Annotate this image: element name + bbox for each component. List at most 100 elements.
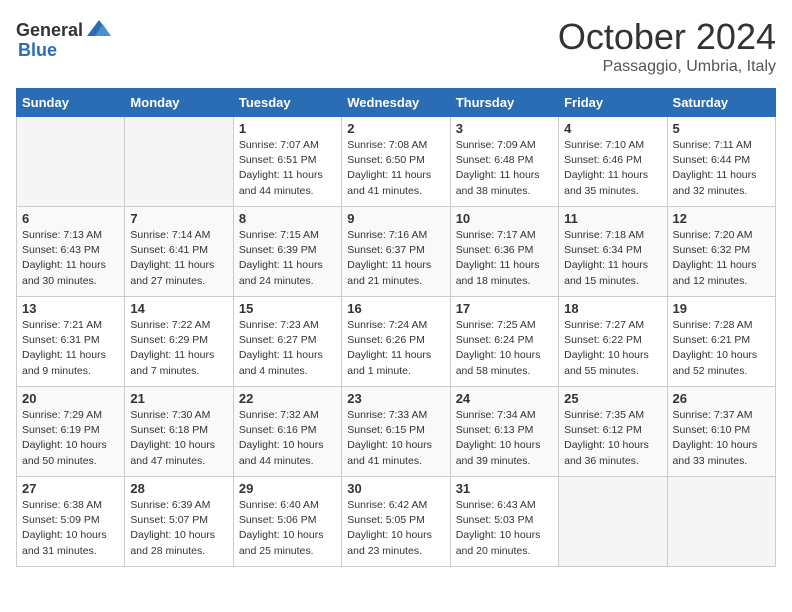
day-cell: 11 Sunrise: 7:18 AMSunset: 6:34 PMDayligh…: [559, 207, 667, 297]
day-cell: 30 Sunrise: 6:42 AMSunset: 5:05 PMDayligh…: [342, 477, 450, 567]
day-info: Sunrise: 7:33 AMSunset: 6:15 PMDaylight:…: [347, 408, 444, 469]
day-cell: 13 Sunrise: 7:21 AMSunset: 6:31 PMDayligh…: [17, 297, 125, 387]
day-cell: [559, 477, 667, 567]
day-number: 20: [22, 391, 119, 406]
day-number: 15: [239, 301, 336, 316]
title-section: October 2024 Passaggio, Umbria, Italy: [558, 16, 776, 76]
day-cell: 26 Sunrise: 7:37 AMSunset: 6:10 PMDayligh…: [667, 387, 775, 477]
day-cell: 27 Sunrise: 6:38 AMSunset: 5:09 PMDayligh…: [17, 477, 125, 567]
day-number: 27: [22, 481, 119, 496]
col-header-tuesday: Tuesday: [233, 89, 341, 117]
day-cell: 16 Sunrise: 7:24 AMSunset: 6:26 PMDayligh…: [342, 297, 450, 387]
day-number: 25: [564, 391, 661, 406]
logo: General Blue: [16, 16, 115, 61]
day-cell: 7 Sunrise: 7:14 AMSunset: 6:41 PMDaylight…: [125, 207, 233, 297]
day-info: Sunrise: 6:40 AMSunset: 5:06 PMDaylight:…: [239, 498, 336, 559]
month-title: October 2024: [558, 16, 776, 58]
day-info: Sunrise: 7:29 AMSunset: 6:19 PMDaylight:…: [22, 408, 119, 469]
page-header: General Blue October 2024 Passaggio, Umb…: [16, 16, 776, 76]
day-cell: 5Sunrise: 7:11 AMSunset: 6:44 PMDaylight…: [667, 117, 775, 207]
day-info: Sunrise: 7:37 AMSunset: 6:10 PMDaylight:…: [673, 408, 770, 469]
day-info: Sunrise: 7:32 AMSunset: 6:16 PMDaylight:…: [239, 408, 336, 469]
day-number: 16: [347, 301, 444, 316]
day-info: Sunrise: 7:22 AMSunset: 6:29 PMDaylight:…: [130, 318, 227, 379]
col-header-wednesday: Wednesday: [342, 89, 450, 117]
day-cell: 23 Sunrise: 7:33 AMSunset: 6:15 PMDayligh…: [342, 387, 450, 477]
day-info: Sunrise: 7:11 AMSunset: 6:44 PMDaylight:…: [673, 138, 770, 199]
day-number: 30: [347, 481, 444, 496]
day-number: 14: [130, 301, 227, 316]
day-number: 8: [239, 211, 336, 226]
day-info: Sunrise: 7:25 AMSunset: 6:24 PMDaylight:…: [456, 318, 553, 379]
day-info: Sunrise: 7:07 AMSunset: 6:51 PMDaylight:…: [239, 138, 336, 199]
day-cell: 15Sunrise: 7:23 AMSunset: 6:27 PMDayligh…: [233, 297, 341, 387]
day-cell: 19Sunrise: 7:28 AMSunset: 6:21 PMDayligh…: [667, 297, 775, 387]
day-info: Sunrise: 7:10 AMSunset: 6:46 PMDaylight:…: [564, 138, 661, 199]
calendar-table: SundayMondayTuesdayWednesdayThursdayFrid…: [16, 88, 776, 567]
day-info: Sunrise: 7:15 AMSunset: 6:39 PMDaylight:…: [239, 228, 336, 289]
day-info: Sunrise: 7:24 AMSunset: 6:26 PMDaylight:…: [347, 318, 444, 379]
day-number: 7: [130, 211, 227, 226]
day-info: Sunrise: 7:09 AMSunset: 6:48 PMDaylight:…: [456, 138, 553, 199]
week-row-5: 27 Sunrise: 6:38 AMSunset: 5:09 PMDayligh…: [17, 477, 776, 567]
location-title: Passaggio, Umbria, Italy: [558, 58, 776, 76]
day-number: 18: [564, 301, 661, 316]
day-info: Sunrise: 7:28 AMSunset: 6:21 PMDaylight:…: [673, 318, 770, 379]
day-info: Sunrise: 6:38 AMSunset: 5:09 PMDaylight:…: [22, 498, 119, 559]
day-number: 13: [22, 301, 119, 316]
col-header-saturday: Saturday: [667, 89, 775, 117]
col-header-monday: Monday: [125, 89, 233, 117]
day-number: 24: [456, 391, 553, 406]
day-cell: 21Sunrise: 7:30 AMSunset: 6:18 PMDayligh…: [125, 387, 233, 477]
day-info: Sunrise: 6:43 AMSunset: 5:03 PMDaylight:…: [456, 498, 553, 559]
col-header-sunday: Sunday: [17, 89, 125, 117]
day-cell: 24 Sunrise: 7:34 AMSunset: 6:13 PMDayligh…: [450, 387, 558, 477]
day-cell: 4 Sunrise: 7:10 AMSunset: 6:46 PMDaylight…: [559, 117, 667, 207]
day-number: 17: [456, 301, 553, 316]
day-info: Sunrise: 7:18 AMSunset: 6:34 PMDaylight:…: [564, 228, 661, 289]
day-cell: 2Sunrise: 7:08 AMSunset: 6:50 PMDaylight…: [342, 117, 450, 207]
day-number: 28: [130, 481, 227, 496]
day-cell: 1Sunrise: 7:07 AMSunset: 6:51 PMDaylight…: [233, 117, 341, 207]
day-number: 29: [239, 481, 336, 496]
day-cell: 3 Sunrise: 7:09 AMSunset: 6:48 PMDaylight…: [450, 117, 558, 207]
logo-icon: [85, 16, 113, 44]
day-info: Sunrise: 6:39 AMSunset: 5:07 PMDaylight:…: [130, 498, 227, 559]
day-cell: 12Sunrise: 7:20 AMSunset: 6:32 PMDayligh…: [667, 207, 775, 297]
header-row: SundayMondayTuesdayWednesdayThursdayFrid…: [17, 89, 776, 117]
day-info: Sunrise: 7:17 AMSunset: 6:36 PMDaylight:…: [456, 228, 553, 289]
day-cell: 8 Sunrise: 7:15 AMSunset: 6:39 PMDaylight…: [233, 207, 341, 297]
col-header-friday: Friday: [559, 89, 667, 117]
week-row-4: 20 Sunrise: 7:29 AMSunset: 6:19 PMDayligh…: [17, 387, 776, 477]
day-number: 22: [239, 391, 336, 406]
day-number: 4: [564, 121, 661, 136]
day-number: 23: [347, 391, 444, 406]
day-info: Sunrise: 7:35 AMSunset: 6:12 PMDaylight:…: [564, 408, 661, 469]
week-row-3: 13 Sunrise: 7:21 AMSunset: 6:31 PMDayligh…: [17, 297, 776, 387]
day-cell: 18 Sunrise: 7:27 AMSunset: 6:22 PMDayligh…: [559, 297, 667, 387]
day-info: Sunrise: 7:14 AMSunset: 6:41 PMDaylight:…: [130, 228, 227, 289]
day-info: Sunrise: 7:16 AMSunset: 6:37 PMDaylight:…: [347, 228, 444, 289]
day-cell: 20 Sunrise: 7:29 AMSunset: 6:19 PMDayligh…: [17, 387, 125, 477]
day-cell: 6 Sunrise: 7:13 AMSunset: 6:43 PMDaylight…: [17, 207, 125, 297]
day-number: 31: [456, 481, 553, 496]
day-cell: 22 Sunrise: 7:32 AMSunset: 6:16 PMDayligh…: [233, 387, 341, 477]
day-cell: [667, 477, 775, 567]
day-info: Sunrise: 7:34 AMSunset: 6:13 PMDaylight:…: [456, 408, 553, 469]
day-number: 6: [22, 211, 119, 226]
day-info: Sunrise: 7:27 AMSunset: 6:22 PMDaylight:…: [564, 318, 661, 379]
day-info: Sunrise: 7:13 AMSunset: 6:43 PMDaylight:…: [22, 228, 119, 289]
day-cell: 10Sunrise: 7:17 AMSunset: 6:36 PMDayligh…: [450, 207, 558, 297]
day-info: Sunrise: 7:08 AMSunset: 6:50 PMDaylight:…: [347, 138, 444, 199]
day-number: 26: [673, 391, 770, 406]
day-number: 21: [130, 391, 227, 406]
day-info: Sunrise: 7:21 AMSunset: 6:31 PMDaylight:…: [22, 318, 119, 379]
day-number: 3: [456, 121, 553, 136]
week-row-2: 6 Sunrise: 7:13 AMSunset: 6:43 PMDaylight…: [17, 207, 776, 297]
day-info: Sunrise: 6:42 AMSunset: 5:05 PMDaylight:…: [347, 498, 444, 559]
day-cell: 28 Sunrise: 6:39 AMSunset: 5:07 PMDayligh…: [125, 477, 233, 567]
day-cell: 14 Sunrise: 7:22 AMSunset: 6:29 PMDayligh…: [125, 297, 233, 387]
logo-blue: Blue: [18, 40, 57, 61]
day-number: 11: [564, 211, 661, 226]
logo-general: General: [16, 20, 83, 41]
